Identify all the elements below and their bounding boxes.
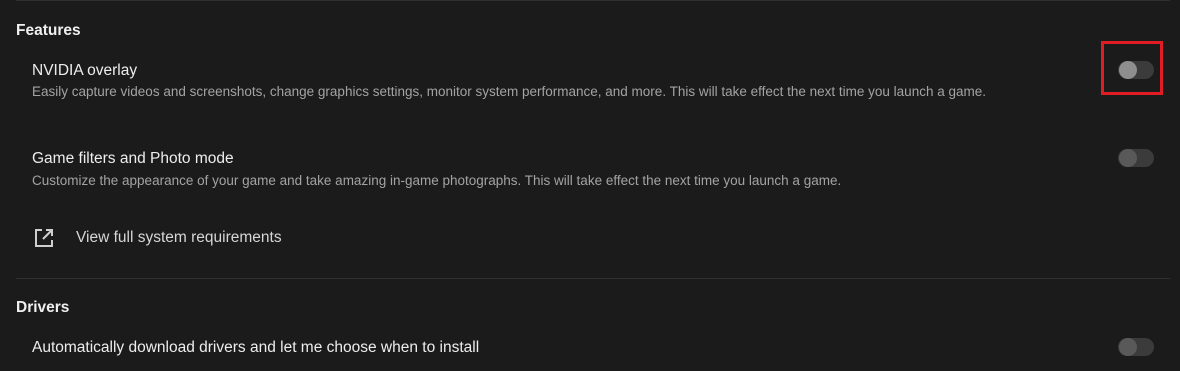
toggle-knob [1119,338,1137,356]
features-section-title: Features [16,22,81,39]
section-divider [16,278,1170,279]
game-filters-title: Game filters and Photo mode [32,150,234,167]
nvidia-overlay-title: NVIDIA overlay [32,62,138,79]
auto-download-drivers-toggle[interactable] [1118,338,1154,356]
game-filters-toggle[interactable] [1118,149,1154,167]
toggle-knob [1119,149,1137,167]
auto-download-drivers-title: Automatically download drivers and let m… [32,339,480,356]
external-link-icon [34,228,54,248]
nvidia-overlay-description: Easily capture videos and screenshots, c… [32,84,986,99]
game-filters-description: Customize the appearance of your game an… [32,173,842,188]
top-divider [16,0,1170,1]
view-system-requirements-link[interactable]: View full system requirements [34,226,282,250]
view-system-requirements-label: View full system requirements [76,229,282,246]
highlight-box [1101,41,1163,95]
drivers-section-title: Drivers [16,299,70,316]
